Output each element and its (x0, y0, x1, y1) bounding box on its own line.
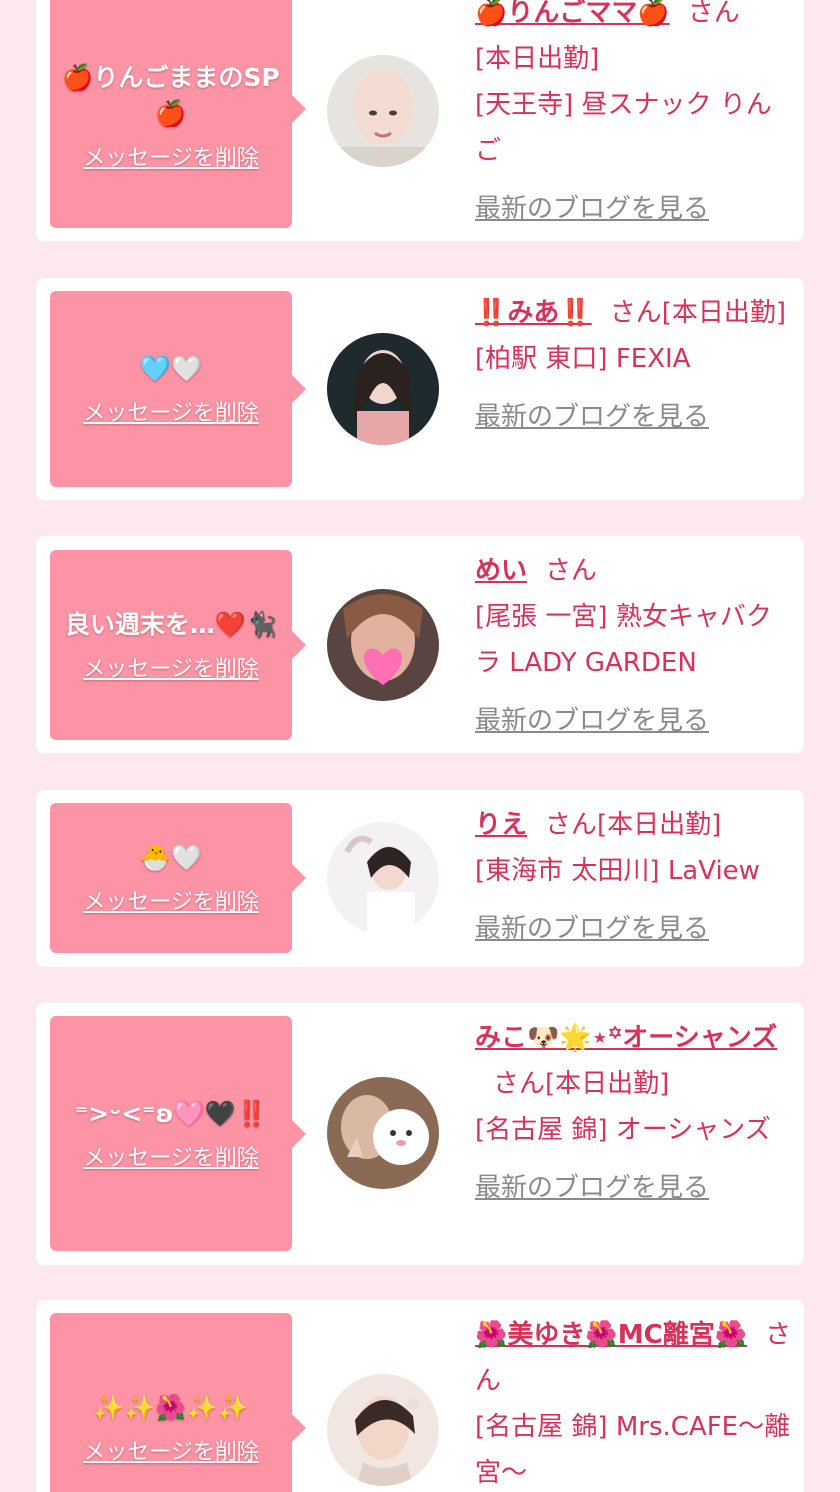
shop-text: [名古屋 錦] オーシャンズ (475, 1115, 771, 1145)
status-text: [本日出勤] (661, 298, 787, 328)
delete-message-link[interactable]: メッセージを削除 (83, 395, 259, 427)
delete-message-link[interactable]: メッセージを削除 (83, 1140, 259, 1172)
avatar[interactable] (327, 333, 439, 445)
latest-blog-link[interactable]: 最新のブログを見る (475, 698, 709, 744)
user-info: めい さん [尾張 一宮] 熟女キャバクラ LADY GARDEN 最新のブログを… (475, 548, 795, 744)
message-text: 🍎りんごままのSP🍎 (62, 63, 280, 128)
message-text: ✨✨🌺✨✨ (93, 1393, 249, 1422)
shop-text: [尾張 一宮] 熟女キャバクラ LADY GARDEN (475, 602, 772, 678)
user-info: りえ さん[本日出勤] [東海市 太田川] LaView 最新のブログを見る (475, 802, 795, 952)
user-card: ✨✨🌺✨✨ メッセージを削除 🌺美ゆき🌺MC離宮🌺 さん [名古屋 錦] Mrs.… (36, 1300, 804, 1492)
status-text: [本日出勤] (475, 44, 600, 74)
user-card: 🍎りんごままのSP🍎 メッセージを削除 🍎りんごママ🍎 さん [本日出勤] [天王… (36, 0, 804, 241)
user-info: 🍎りんごママ🍎 さん [本日出勤] [天王寺] 昼スナック りんご 最新のブログを… (475, 0, 795, 232)
message-text: 良い週末を…❤️🐈‍⬛ (64, 610, 278, 639)
avatar[interactable] (327, 55, 439, 167)
san-label: さん (609, 298, 662, 328)
avatar[interactable] (327, 1374, 439, 1486)
user-name-link[interactable]: 🍎りんごママ🍎 (475, 0, 670, 28)
user-info: ‼️みあ‼️ さん[本日出勤] [柏駅 東口] FEXIA 最新のブログを見る (475, 290, 795, 440)
status-text: [本日出勤] (545, 1069, 670, 1099)
avatar[interactable] (327, 589, 439, 701)
user-card: 良い週末を…❤️🐈‍⬛ メッセージを削除 めい さん [尾張 一宮] 熟女キャバク… (36, 536, 804, 753)
user-card: 🐣🤍 メッセージを削除 りえ さん[本日出勤] [東海市 太田川] LaView … (36, 790, 804, 967)
user-info: 🌺美ゆき🌺MC離宮🌺 さん [名古屋 錦] Mrs.CAFE〜離宮〜 (475, 1312, 795, 1492)
latest-blog-link[interactable]: 最新のブログを見る (475, 1165, 709, 1211)
message-text: 🩵🤍 (139, 354, 203, 383)
message-bubble: 良い週末を…❤️🐈‍⬛ メッセージを削除 (50, 550, 306, 740)
latest-blog-link[interactable]: 最新のブログを見る (475, 186, 709, 232)
delete-message-link[interactable]: メッセージを削除 (83, 651, 259, 683)
user-name-link[interactable]: みこ🐶🌟⋆꙳オーシャンズ (475, 1023, 777, 1053)
user-name-link[interactable]: 🌺美ゆき🌺MC離宮🌺 (475, 1320, 747, 1350)
message-bubble: 🐣🤍 メッセージを削除 (50, 803, 306, 953)
delete-message-link[interactable]: メッセージを削除 (83, 1434, 259, 1466)
user-card: 🩵🤍 メッセージを削除 ‼️みあ‼️ さん[本日出勤] [柏駅 東口] FEXIA… (36, 278, 804, 500)
status-text: [本日出勤] (597, 810, 722, 840)
shop-text: [天王寺] 昼スナック りんご (475, 90, 772, 166)
message-text: ⁼>ᵕ<⁼ʚ🩷🖤‼️ (74, 1098, 268, 1128)
shop-text: [東海市 太田川] LaView (475, 856, 760, 886)
user-name-link[interactable]: りえ (475, 810, 527, 840)
delete-message-link[interactable]: メッセージを削除 (83, 884, 259, 916)
shop-text: [柏駅 東口] FEXIA (475, 344, 691, 374)
message-bubble: 🩵🤍 メッセージを削除 (50, 291, 306, 487)
shop-text: [名古屋 錦] Mrs.CAFE〜離宮〜 (475, 1412, 791, 1488)
avatar[interactable] (327, 1077, 439, 1189)
user-name-link[interactable]: ‼️みあ‼️ (475, 298, 592, 328)
latest-blog-link[interactable]: 最新のブログを見る (475, 394, 709, 440)
message-bubble: ✨✨🌺✨✨ メッセージを削除 (50, 1313, 306, 1492)
avatar[interactable] (327, 822, 439, 934)
latest-blog-link[interactable]: 最新のブログを見る (475, 906, 709, 952)
user-card: ⁼>ᵕ<⁼ʚ🩷🖤‼️ メッセージを削除 みこ🐶🌟⋆꙳オーシャンズさん[本日出勤]… (36, 1003, 804, 1265)
message-bubble: ⁼>ᵕ<⁼ʚ🩷🖤‼️ メッセージを削除 (50, 1016, 306, 1251)
message-bubble: 🍎りんごままのSP🍎 メッセージを削除 (50, 0, 306, 228)
san-label: さん (493, 1069, 546, 1099)
user-name-link[interactable]: めい (475, 556, 527, 586)
message-text: 🐣🤍 (139, 843, 203, 872)
san-label: さん (545, 810, 598, 840)
san-label: さん (687, 0, 740, 28)
san-label: さん (545, 556, 598, 586)
user-info: みこ🐶🌟⋆꙳オーシャンズさん[本日出勤] [名古屋 錦] オーシャンズ 最新のブ… (475, 1015, 795, 1211)
delete-message-link[interactable]: メッセージを削除 (83, 140, 259, 172)
